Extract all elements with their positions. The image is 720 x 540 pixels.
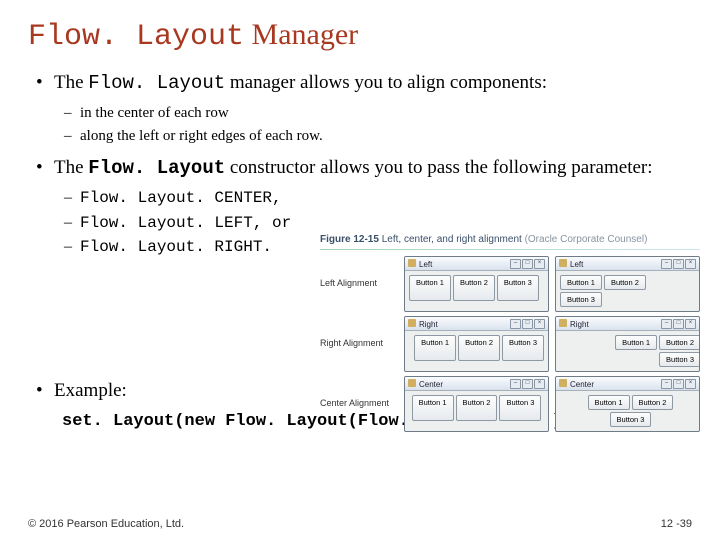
bullet-1: The Flow. Layout manager allows you to a… — [54, 70, 692, 147]
window-right-narrow: Right – □ × Button 1 Button 2 — [555, 316, 700, 372]
demo-button: Button 1 — [560, 275, 602, 290]
demo-button: Button 1 — [412, 395, 454, 421]
copyright: © 2016 Pearson Education, Ltd. — [28, 518, 184, 530]
java-icon — [559, 259, 567, 267]
demo-button: Button 3 — [499, 395, 541, 421]
java-icon — [408, 259, 416, 267]
page-number: 12 -39 — [661, 518, 692, 530]
window-center-wide: Center – □ × Button 1 Button 2 Button 3 — [404, 376, 549, 432]
window-left-wide: Left – □ × Button 1 Button 2 Button 3 — [404, 256, 549, 312]
close-icon: × — [685, 319, 696, 329]
demo-button: Button 1 — [414, 335, 456, 361]
minimize-icon: – — [510, 259, 521, 269]
minimize-icon: – — [661, 319, 672, 329]
maximize-icon: □ — [522, 259, 533, 269]
demo-button: Button 2 — [453, 275, 495, 301]
demo-button: Button 2 — [632, 395, 674, 410]
demo-button: Button 2 — [458, 335, 500, 361]
figure-12-15: Figure 12-15 Left, center, and right ali… — [320, 234, 700, 432]
demo-button: Button 2 — [604, 275, 646, 290]
demo-button: Button 1 — [615, 335, 657, 350]
fig-row-label-right: Right Alignment — [320, 339, 398, 349]
close-icon: × — [685, 379, 696, 389]
maximize-icon: □ — [673, 379, 684, 389]
maximize-icon: □ — [522, 319, 533, 329]
demo-button: Button 2 — [456, 395, 498, 421]
demo-button: Button 2 — [659, 335, 700, 350]
close-icon: × — [685, 259, 696, 269]
demo-button: Button 1 — [409, 275, 451, 301]
footer: © 2016 Pearson Education, Ltd. 12 -39 — [28, 518, 692, 530]
close-icon: × — [534, 319, 545, 329]
java-icon — [408, 379, 416, 387]
window-left-narrow: Left – □ × Button 1 Button 2 — [555, 256, 700, 312]
slide-title: Flow. Layout Manager — [28, 18, 692, 54]
figure-caption: Figure 12-15 Left, center, and right ali… — [320, 234, 700, 245]
demo-button: Button 3 — [610, 412, 652, 427]
demo-button: Button 1 — [588, 395, 630, 410]
minimize-icon: – — [510, 319, 521, 329]
maximize-icon: □ — [522, 379, 533, 389]
minimize-icon: – — [661, 379, 672, 389]
fig-row-label-center: Center Alignment — [320, 399, 398, 409]
bullet-1-sub-2: along the left or right edges of each ro… — [80, 126, 692, 147]
demo-button: Button 3 — [497, 275, 539, 301]
bullet-2-sub-2: Flow. Layout. LEFT, or — [80, 212, 692, 234]
minimize-icon: – — [510, 379, 521, 389]
demo-button: Button 3 — [560, 292, 602, 307]
fig-row-label-left: Left Alignment — [320, 279, 398, 289]
maximize-icon: □ — [673, 259, 684, 269]
maximize-icon: □ — [673, 319, 684, 329]
demo-button: Button 3 — [659, 352, 700, 367]
close-icon: × — [534, 259, 545, 269]
java-icon — [559, 319, 567, 327]
java-icon — [559, 379, 567, 387]
minimize-icon: – — [661, 259, 672, 269]
window-right-wide: Right – □ × Button 1 Button 2 Button 3 — [404, 316, 549, 372]
bullet-2-sub-1: Flow. Layout. CENTER, — [80, 187, 692, 209]
window-center-narrow: Center – □ × Button 1 Button 2 — [555, 376, 700, 432]
bullet-1-sub-1: in the center of each row — [80, 103, 692, 124]
demo-button: Button 3 — [502, 335, 544, 361]
close-icon: × — [534, 379, 545, 389]
java-icon — [408, 319, 416, 327]
